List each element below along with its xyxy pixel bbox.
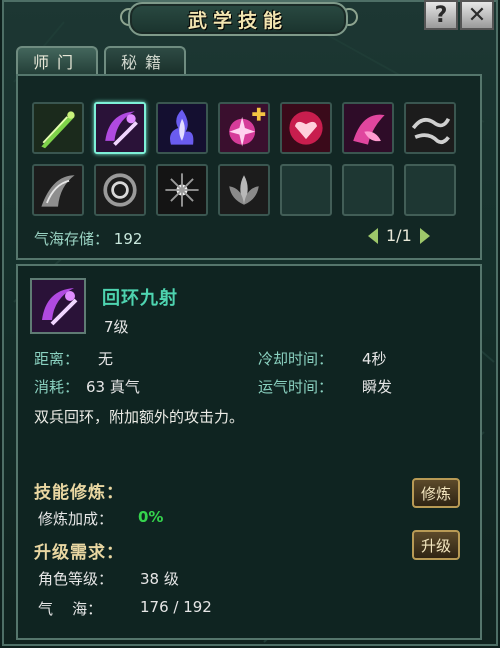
empty-skill-slot[interactable] bbox=[342, 164, 394, 216]
upgrade-button[interactable]: 升级 bbox=[412, 530, 460, 560]
skill-level: 7级 bbox=[104, 318, 129, 336]
upgrade-button-label: 升级 bbox=[420, 536, 451, 555]
title-banner: 武学技能 bbox=[128, 2, 348, 36]
green-blade-icon bbox=[34, 104, 82, 152]
blue-purple-flame-icon bbox=[158, 104, 206, 152]
crimson-heart-shield-icon bbox=[282, 104, 330, 152]
upgrade-heading: 升级需求： bbox=[34, 543, 124, 563]
skill-slot-1[interactable] bbox=[32, 102, 84, 154]
help-button[interactable]: ? bbox=[424, 0, 458, 30]
training-bonus-label: 修炼加成： bbox=[38, 510, 114, 528]
skill-slot-5[interactable] bbox=[280, 102, 332, 154]
qihai-label: 气海存储： bbox=[34, 230, 110, 248]
purple-crescent-blade-icon bbox=[96, 104, 144, 152]
required-level-label: 角色等级： bbox=[38, 570, 114, 588]
skill-slot-9[interactable] bbox=[94, 164, 146, 216]
next-page-arrow-icon[interactable] bbox=[419, 227, 430, 244]
pink-star-burst-plus-icon bbox=[220, 104, 268, 152]
cooldown-label: 冷却时间： bbox=[258, 350, 334, 368]
skill-slot-11[interactable] bbox=[218, 164, 270, 216]
skill-slot-8[interactable] bbox=[32, 164, 84, 216]
range-value: 无 bbox=[98, 350, 114, 368]
cast-time-label: 运气时间： bbox=[258, 378, 334, 396]
purple-crescent-blade-icon bbox=[32, 280, 84, 332]
skill-slot-2[interactable] bbox=[94, 102, 146, 154]
magenta-petal-icon bbox=[344, 104, 392, 152]
cost-value: 63 真气 bbox=[86, 378, 140, 396]
tab-label: 秘籍 bbox=[120, 53, 169, 72]
cost-label: 消耗： bbox=[34, 378, 80, 396]
skill-description: 双兵回环，附加额外的攻击力。 bbox=[34, 408, 245, 426]
skill-name: 回环九射 bbox=[102, 288, 178, 309]
required-level-value: 38 级 bbox=[140, 570, 179, 588]
cast-time-value: 瞬发 bbox=[362, 378, 393, 396]
qi-sea-value: 176 / 192 bbox=[140, 598, 212, 616]
grey-sparkle-icon bbox=[158, 166, 206, 214]
empty-skill-slot[interactable] bbox=[280, 164, 332, 216]
grey-vortex-icon bbox=[96, 166, 144, 214]
qihai-storage: 气海存储： 192 bbox=[34, 228, 142, 249]
window-title: 武学技能 bbox=[187, 9, 288, 32]
close-icon: ✕ bbox=[467, 2, 487, 28]
help-icon: ? bbox=[434, 2, 448, 28]
skill-slot-7[interactable] bbox=[404, 102, 456, 154]
grey-swirl-wing-icon bbox=[34, 166, 82, 214]
skill-slot-6[interactable] bbox=[342, 102, 394, 154]
training-heading: 技能修炼： bbox=[34, 483, 124, 503]
qihai-value: 192 bbox=[113, 230, 143, 248]
qi-sea-label: 气 海： bbox=[38, 600, 103, 618]
skill-slot-4[interactable] bbox=[218, 102, 270, 154]
tab-bar: 师门 秘籍 bbox=[16, 46, 186, 74]
prev-page-arrow-icon[interactable] bbox=[368, 227, 378, 244]
range-label: 距离： bbox=[34, 350, 80, 368]
training-bonus-value: 0% bbox=[138, 508, 164, 526]
grey-lotus-icon bbox=[220, 166, 268, 214]
train-button[interactable]: 修炼 bbox=[412, 478, 460, 508]
close-button[interactable]: ✕ bbox=[460, 0, 494, 30]
tab-shimen[interactable]: 师门 bbox=[16, 46, 98, 74]
empty-skill-slot[interactable] bbox=[404, 164, 456, 216]
pager: 1/1 bbox=[368, 226, 430, 245]
train-button-label: 修炼 bbox=[420, 484, 451, 503]
selected-skill-icon bbox=[30, 278, 86, 334]
tab-miji[interactable]: 秘籍 bbox=[104, 46, 186, 74]
page-indicator: 1/1 bbox=[386, 226, 412, 245]
skill-slot-10[interactable] bbox=[156, 164, 208, 216]
skill-slot-3[interactable] bbox=[156, 102, 208, 154]
grey-dragon-icon bbox=[406, 104, 454, 152]
cooldown-value: 4秒 bbox=[362, 350, 387, 368]
tab-label: 师门 bbox=[32, 53, 81, 72]
